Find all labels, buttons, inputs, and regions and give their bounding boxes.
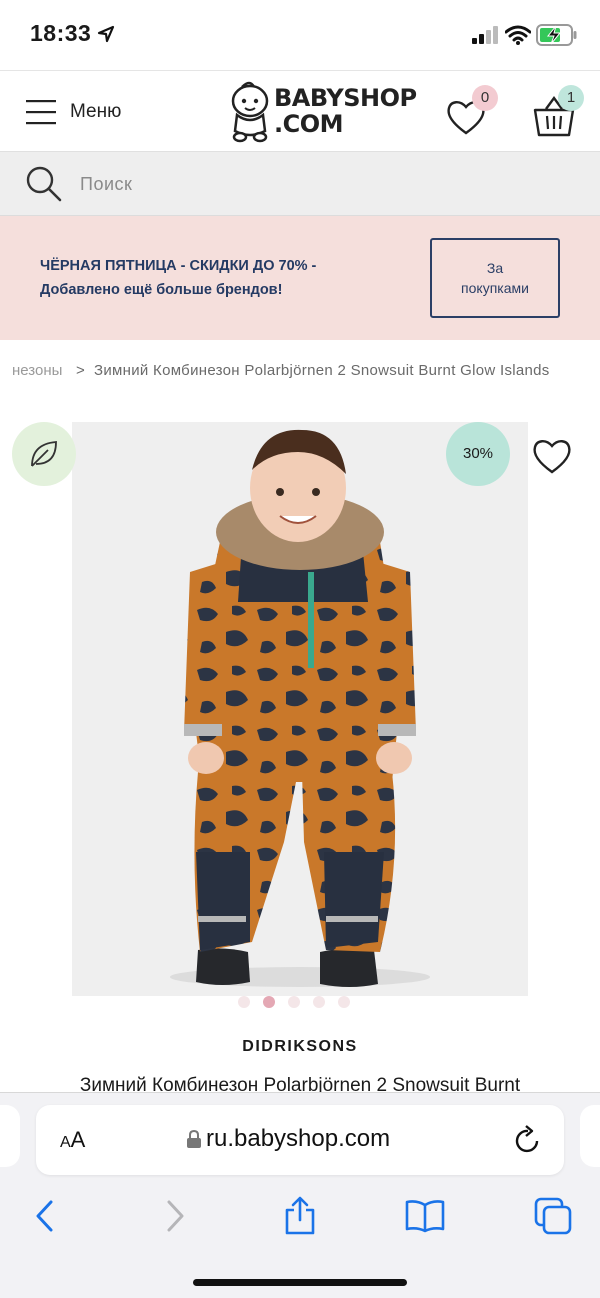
chevron-right-icon bbox=[167, 1200, 184, 1232]
gallery-dot-1[interactable] bbox=[238, 996, 250, 1008]
shop-now-button[interactable]: За покупками bbox=[430, 238, 560, 318]
promo-headline: ЧЁРНАЯ ПЯТНИЦА - СКИДКИ ДО 70% - bbox=[40, 258, 317, 274]
breadcrumb: незоны > Зимний Комбинезон Polarbjörnen … bbox=[0, 358, 600, 384]
reload-icon[interactable] bbox=[514, 1125, 542, 1155]
site-header: Меню BABYSHOP .COM 0 1 bbox=[0, 70, 600, 152]
search-bar[interactable]: Поиск bbox=[0, 152, 600, 216]
next-tab-preview[interactable] bbox=[580, 1105, 600, 1167]
lock-icon bbox=[187, 1129, 201, 1148]
battery-charging-icon bbox=[536, 24, 577, 46]
url-text: ru.babyshop.com bbox=[206, 1125, 391, 1152]
menu-button[interactable]: Меню bbox=[26, 95, 121, 129]
leaf-icon bbox=[31, 441, 57, 467]
shop-now-label-2: покупками bbox=[461, 280, 529, 296]
brand-name[interactable]: DIDRIKSONS bbox=[0, 1038, 600, 1056]
eco-badge[interactable] bbox=[12, 422, 76, 486]
hamburger-icon bbox=[26, 100, 56, 125]
gallery-dot-5[interactable] bbox=[338, 996, 350, 1008]
gallery-dot-3[interactable] bbox=[288, 996, 300, 1008]
search-icon bbox=[26, 166, 62, 202]
tabs-icon bbox=[534, 1197, 572, 1235]
gallery-pagination bbox=[238, 996, 350, 1010]
gallery-dot-2[interactable] bbox=[263, 996, 275, 1008]
promo-subline: Добавлено ещё больше брендов! bbox=[40, 282, 283, 298]
menu-label: Меню bbox=[70, 101, 122, 122]
status-bar: 18:33 bbox=[0, 0, 600, 70]
babyshop-logo[interactable]: BABYSHOP .COM bbox=[228, 79, 417, 145]
book-icon bbox=[405, 1200, 445, 1233]
gallery-dot-4[interactable] bbox=[313, 996, 325, 1008]
cart-button[interactable]: 1 bbox=[532, 85, 592, 141]
share-icon bbox=[285, 1196, 315, 1235]
page-settings-button[interactable]: AA bbox=[60, 1127, 85, 1153]
forward-button[interactable] bbox=[150, 1191, 200, 1241]
wishlist-button[interactable]: 0 bbox=[444, 85, 504, 141]
wifi-icon bbox=[505, 25, 531, 45]
location-arrow-icon bbox=[97, 25, 115, 43]
aa-large: A bbox=[70, 1127, 86, 1152]
logo-line-1: BABYSHOP bbox=[274, 84, 417, 112]
breadcrumb-current: Зимний Комбинезон Polarbjörnen 2 Snowsui… bbox=[94, 362, 550, 379]
previous-tab-preview[interactable] bbox=[0, 1105, 20, 1167]
logo-wordmark: BABYSHOP .COM bbox=[274, 85, 417, 137]
logo-line-2: .COM bbox=[274, 110, 344, 138]
cellular-signal-icon bbox=[472, 26, 498, 44]
share-button[interactable] bbox=[275, 1191, 325, 1241]
browser-nav-bar bbox=[0, 1191, 600, 1241]
url-display[interactable]: ru.babyshop.com bbox=[186, 1125, 390, 1153]
promo-text: ЧЁРНАЯ ПЯТНИЦА - СКИДКИ ДО 70% - Добавле… bbox=[40, 254, 370, 302]
search-input-placeholder[interactable]: Поиск bbox=[80, 174, 132, 195]
tabs-button[interactable] bbox=[528, 1191, 578, 1241]
add-to-favorites-button[interactable] bbox=[530, 436, 574, 476]
shop-now-label-1: За bbox=[486, 260, 504, 276]
address-bar[interactable]: AA ru.babyshop.com bbox=[36, 1105, 564, 1175]
promo-banner: ЧЁРНАЯ ПЯТНИЦА - СКИДКИ ДО 70% - Добавле… bbox=[0, 216, 600, 340]
bookmarks-button[interactable] bbox=[400, 1191, 450, 1241]
cart-count-badge: 1 bbox=[558, 85, 584, 111]
discount-badge: 30% bbox=[446, 422, 510, 486]
browser-toolbar: AA ru.babyshop.com bbox=[0, 1092, 600, 1298]
aa-small: A bbox=[60, 1134, 71, 1151]
product-title: Зимний Комбинезон Polarbjörnen 2 Snowsui… bbox=[79, 1075, 521, 1093]
home-indicator bbox=[193, 1279, 407, 1286]
breadcrumb-parent-link[interactable]: незоны bbox=[12, 362, 62, 379]
baby-mascot-icon bbox=[231, 81, 269, 143]
wishlist-count-badge: 0 bbox=[472, 85, 498, 111]
back-button[interactable] bbox=[20, 1191, 70, 1241]
chevron-left-icon bbox=[36, 1200, 53, 1232]
snowsuit-child-photo bbox=[170, 429, 430, 987]
heart-outline-icon bbox=[533, 440, 571, 474]
breadcrumb-separator: > bbox=[76, 362, 85, 379]
status-time: 18:33 bbox=[30, 20, 92, 46]
product-image[interactable] bbox=[72, 422, 528, 996]
